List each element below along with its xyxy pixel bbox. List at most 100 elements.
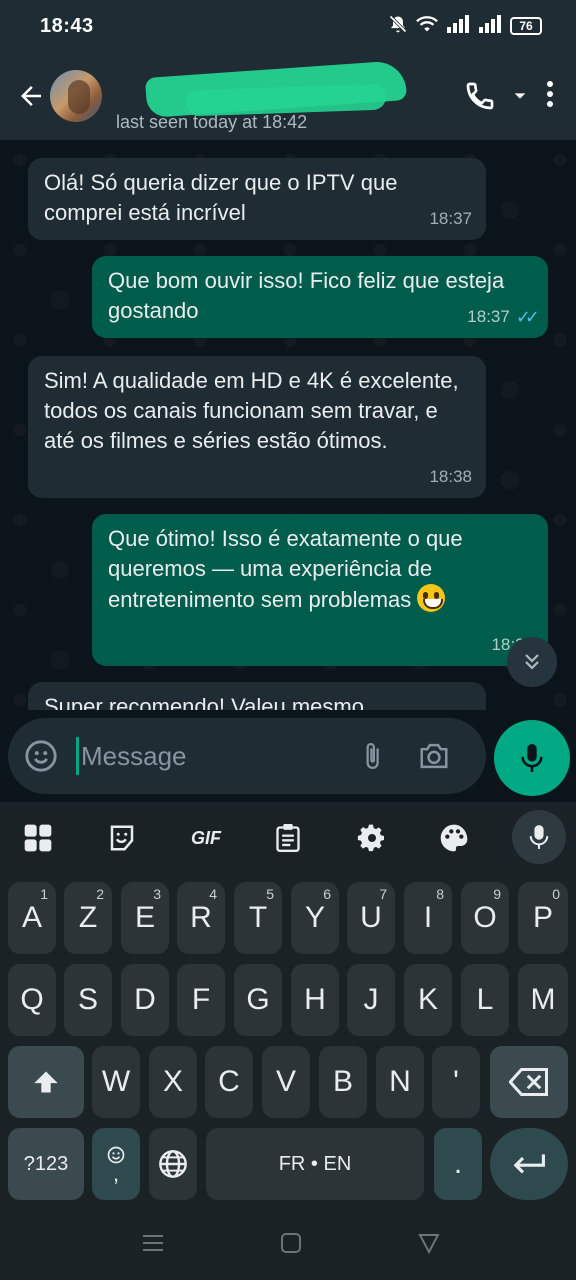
backspace-key[interactable] <box>490 1046 568 1118</box>
message-incoming[interactable]: Olá! Só queria dizer que o IPTV que comp… <box>28 158 486 240</box>
apps-grid-button[interactable] <box>16 816 60 860</box>
message-time: 18:37 <box>429 209 472 228</box>
scroll-to-bottom-button[interactable] <box>507 637 557 687</box>
key-n[interactable]: N <box>376 1046 424 1118</box>
message-text: Super recomendo! Valeu mesmo <box>44 694 364 710</box>
message-outgoing[interactable]: Que bom ouvir isso! Fico feliz que estej… <box>92 256 548 338</box>
back-button[interactable] <box>6 66 56 126</box>
header-actions <box>464 80 576 113</box>
contact-info[interactable]: last seen today at 18:42 <box>116 59 408 132</box>
key-o[interactable]: O9 <box>461 882 509 954</box>
enter-arrow-icon <box>513 1154 545 1174</box>
key-q[interactable]: Q <box>8 964 56 1036</box>
key-y[interactable]: Y6 <box>291 882 339 954</box>
backspace-icon <box>509 1068 548 1096</box>
camera-button[interactable] <box>417 741 451 771</box>
chevron-down-icon <box>514 93 526 99</box>
globe-icon <box>159 1150 187 1178</box>
grinning-face-emoji <box>417 584 446 612</box>
voice-message-button[interactable] <box>494 720 570 796</box>
redaction-scribble-2 <box>185 83 387 117</box>
key-d[interactable]: D <box>121 964 169 1036</box>
message-input[interactable] <box>81 740 341 772</box>
key-h[interactable]: H <box>291 964 339 1036</box>
gear-icon <box>357 824 384 852</box>
menu-lines-icon <box>143 1235 163 1251</box>
key-g[interactable]: G <box>234 964 282 1036</box>
key-r[interactable]: R4 <box>177 882 225 954</box>
key-m[interactable]: M <box>518 964 568 1036</box>
symbols-key[interactable]: ?123 <box>8 1128 84 1200</box>
recent-apps-button[interactable] <box>142 1232 164 1261</box>
sticker-button[interactable] <box>100 816 144 860</box>
key-f[interactable]: F <box>177 964 225 1036</box>
message-text: Que ótimo! Isso é exatamente o que quere… <box>108 526 463 612</box>
status-time: 18:43 <box>40 14 94 37</box>
more-options-button[interactable] <box>546 80 554 113</box>
message-incoming[interactable]: Sim! A qualidade em HD e 4K é excelente,… <box>28 356 486 498</box>
microphone-icon <box>529 825 549 849</box>
wifi-icon <box>416 14 438 39</box>
chat-header: last seen today at 18:42 <box>0 52 576 140</box>
key-x[interactable]: X <box>149 1046 197 1118</box>
key-w[interactable]: W <box>92 1046 140 1118</box>
enter-key[interactable] <box>490 1128 568 1200</box>
signal-icon-2 <box>478 14 502 38</box>
message-text: Que bom ouvir isso! Fico feliz que estej… <box>108 268 505 323</box>
clipboard-button[interactable] <box>266 816 310 860</box>
paperclip-icon <box>366 743 379 769</box>
composer-pill <box>8 718 486 794</box>
key-a[interactable]: A1 <box>8 882 56 954</box>
language-key[interactable] <box>149 1128 197 1200</box>
avatar[interactable] <box>50 70 102 122</box>
read-ticks-icon: ✓✓ <box>515 307 540 327</box>
contact-name <box>126 59 408 119</box>
key-j[interactable]: J <box>347 964 395 1036</box>
key-i[interactable]: I8 <box>404 882 452 954</box>
home-button[interactable] <box>280 1232 302 1261</box>
key-e[interactable]: E3 <box>121 882 169 954</box>
voice-call-button[interactable] <box>464 80 528 112</box>
square-icon <box>281 1233 301 1253</box>
theme-palette-button[interactable] <box>432 816 476 860</box>
message-time: 18:37 ✓✓ <box>467 302 540 332</box>
space-key[interactable]: FR • EN <box>206 1128 424 1200</box>
apps-grid-icon <box>24 824 52 852</box>
key-u[interactable]: U7 <box>347 882 395 954</box>
settings-button[interactable] <box>350 816 394 860</box>
message-text: Olá! Só queria dizer que o IPTV que comp… <box>44 170 398 225</box>
double-chevron-down-icon <box>525 654 539 670</box>
gif-button[interactable]: GIF <box>184 816 228 860</box>
text-cursor <box>76 737 79 775</box>
chat-messages[interactable]: Olá! Só queria dizer que o IPTV que comp… <box>0 140 576 710</box>
key-s[interactable]: S <box>64 964 112 1036</box>
key-k[interactable]: K <box>404 964 452 1036</box>
key-z[interactable]: Z2 <box>64 882 112 954</box>
phone-icon <box>466 82 494 110</box>
status-icons: 76 <box>388 14 542 39</box>
key-t[interactable]: T5 <box>234 882 282 954</box>
signal-icon <box>446 14 470 38</box>
key-p[interactable]: P0 <box>518 882 568 954</box>
emoji-comma-key[interactable]: , <box>92 1128 140 1200</box>
shift-key[interactable] <box>8 1046 84 1118</box>
sticker-icon <box>25 740 57 772</box>
more-vertical-icon <box>547 80 553 107</box>
back-arrow-icon <box>21 86 41 106</box>
key-apostrophe[interactable]: ' <box>432 1046 480 1118</box>
key-v[interactable]: V <box>262 1046 310 1118</box>
key-b[interactable]: B <box>319 1046 367 1118</box>
composer-bar <box>0 710 576 802</box>
key-l[interactable]: L <box>461 964 509 1036</box>
attach-button[interactable] <box>357 739 387 773</box>
emoji-sticker-button[interactable] <box>24 739 58 773</box>
keyboard-toolbar: GIF <box>0 802 576 872</box>
message-incoming[interactable]: Super recomendo! Valeu mesmo <box>28 682 486 710</box>
clipboard-icon <box>276 824 300 853</box>
message-outgoing[interactable]: Que ótimo! Isso é exatamente o que quere… <box>92 514 548 666</box>
camera-icon <box>420 743 448 769</box>
key-c[interactable]: C <box>205 1046 253 1118</box>
keyboard-voice-button[interactable] <box>512 810 566 864</box>
period-key[interactable]: . <box>434 1128 482 1200</box>
back-nav-button[interactable] <box>418 1232 440 1261</box>
